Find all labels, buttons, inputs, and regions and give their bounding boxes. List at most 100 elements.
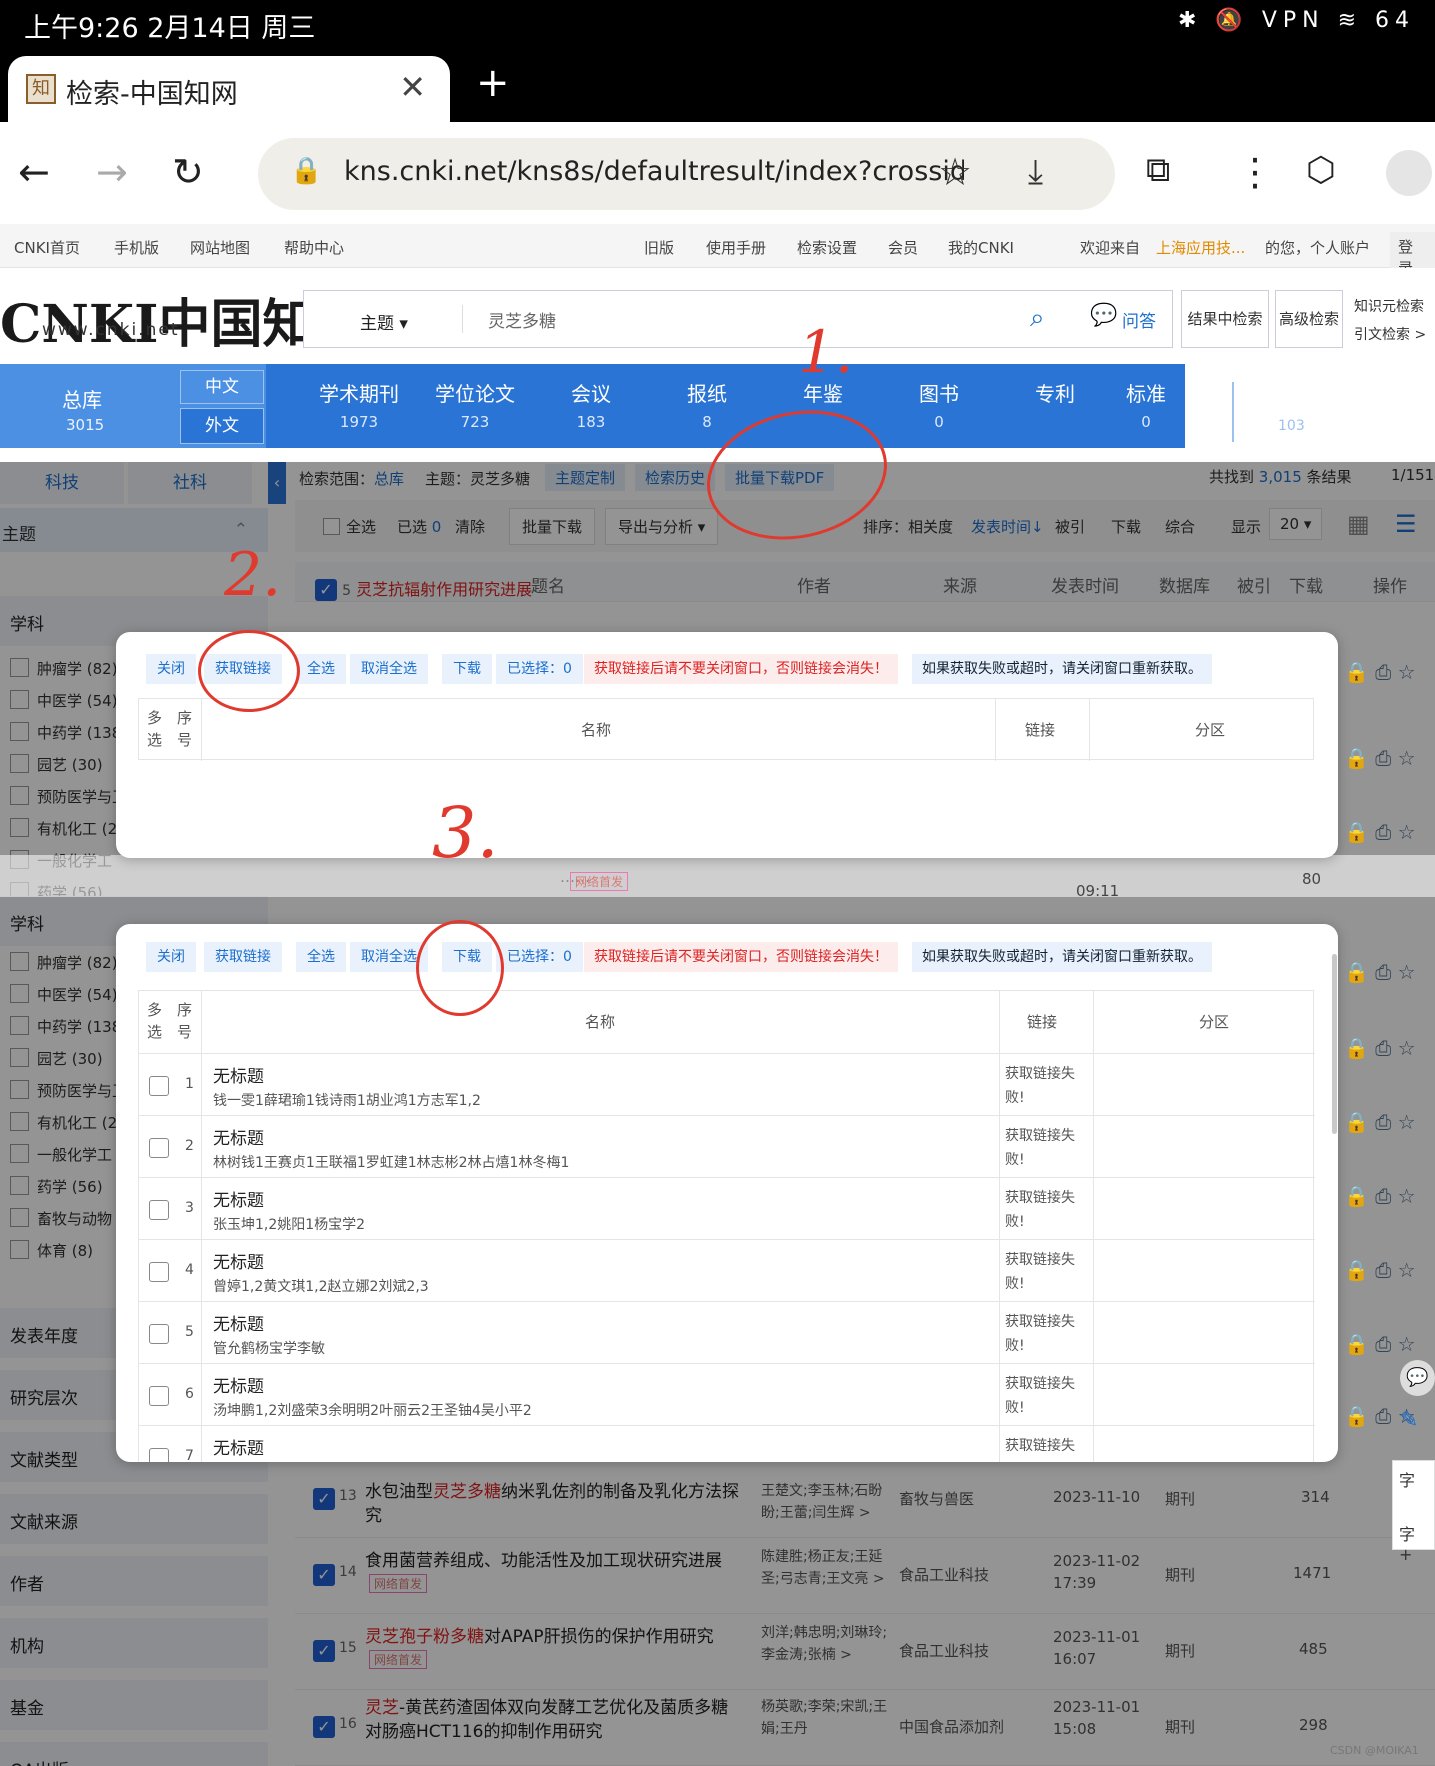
scrollbar[interactable] — [1332, 954, 1337, 1134]
nav-home[interactable]: CNKI首页 — [14, 237, 80, 258]
forward-icon[interactable]: → — [96, 150, 128, 194]
url-text[interactable]: kns.cnki.net/kns8s/defaultresult/index?c… — [344, 156, 964, 187]
link-modal-results: 关闭 获取链接 全选 取消全选 下载 已选择：0 获取链接后请不要关闭窗口，否则… — [116, 924, 1338, 1462]
nav-mobile[interactable]: 手机版 — [114, 237, 159, 258]
warning-message: 获取链接后请不要关闭窗口，否则链接会消失！ — [584, 654, 898, 684]
chinese-toggle[interactable]: 中文 — [180, 370, 264, 404]
get-link-button[interactable]: 获取链接 — [204, 942, 282, 972]
link-row[interactable]: 5 无标题 管允鹤杨宝学李敏 获取链接失败! — [139, 1301, 1315, 1363]
browser-tab[interactable]: 知 检索-中国知网 ✕ — [8, 56, 450, 122]
org-name[interactable]: 上海应用技... — [1156, 237, 1245, 258]
status-bar: 上午9:26 2月14日 周三 ✱ 🔕 VPN ≋ 64 — [0, 0, 1435, 46]
lock-icon: 🔒 ⎙ ☆ — [1344, 1036, 1416, 1060]
tab-book[interactable]: 图书 0 — [884, 378, 994, 431]
feedback-icon[interactable]: 💬 — [1400, 1360, 1435, 1396]
account-text: 的您，个人账户 — [1265, 239, 1371, 257]
tab-switcher-icon[interactable]: ⧉ — [1146, 150, 1170, 190]
tab-patent[interactable]: 专利 — [1000, 378, 1110, 413]
tab-all[interactable]: 总库 3015 中文 外文 — [0, 364, 266, 448]
lock-icon: 🔒 ⎙ ☆ — [1344, 746, 1416, 770]
extension-icon[interactable]: ⬡ — [1306, 150, 1336, 190]
link-row[interactable]: 2 无标题 林树钱1王赛贞1王联福1罗虹建1林志彬2林占熺1林冬梅1 获取链接失败! — [139, 1115, 1315, 1177]
link-row[interactable]: 4 无标题 曾婷1,2黄文琪1,2赵立娜2刘斌2,3 获取链接失败! — [139, 1239, 1315, 1301]
close-button[interactable]: 关闭 — [146, 654, 196, 684]
download-button[interactable]: 下载 — [442, 654, 492, 684]
tab-conference[interactable]: 会议 183 — [536, 378, 646, 431]
row-checkbox[interactable] — [149, 1448, 169, 1462]
nav-my-cnki[interactable]: 我的CNKI — [948, 237, 1014, 258]
link-row[interactable]: 1 无标题 钱一雯1薛珺瑜1钱诗雨1胡业鸿1方志军1,2 获取链接失败! — [139, 1053, 1315, 1115]
online-first-badge: 网络首发 — [570, 872, 629, 891]
close-button[interactable]: 关闭 — [146, 942, 196, 972]
row-checkbox[interactable] — [149, 1386, 169, 1406]
omnibox[interactable]: 🔒 kns.cnki.net/kns8s/defaultresult/index… — [258, 138, 1115, 210]
row-checkbox[interactable] — [149, 1076, 169, 1096]
tab-newspaper[interactable]: 报纸 8 — [652, 378, 762, 431]
watermark: CSDN @MOIKA1 — [1330, 1744, 1419, 1757]
selected-count: 已选择：0 — [496, 654, 583, 684]
link-row[interactable]: 6 无标题 汤坤鹏1,2刘盛荣3余明明2叶丽云2王圣铀4吴小平2 获取链接失败! — [139, 1363, 1315, 1425]
advanced-search-button[interactable]: 高级检索 — [1275, 290, 1343, 348]
search-field-select[interactable]: 主题 ▾ — [360, 309, 408, 334]
lock-icon: 🔒 ⎙ ☆ — [1344, 1332, 1416, 1356]
lock-icon: 🔒 ⎙ ☆ — [1344, 1258, 1416, 1282]
link-row[interactable]: 3 无标题 张玉坤1,2姚阳1杨宝学2 获取链接失败! — [139, 1177, 1315, 1239]
nav-manual[interactable]: 使用手册 — [706, 237, 766, 258]
cnki-top-nav: CNKI首页 手机版 网站地图 帮助中心 旧版 使用手册 检索设置 会员 我的C… — [0, 224, 1435, 282]
cnki-favicon-icon: 知 — [26, 74, 56, 104]
lock-icon: 🔒 ⎙ ☆ — [1344, 960, 1416, 984]
download-icon[interactable]: ⤓ — [1028, 152, 1043, 192]
lock-icon: 🔒 ⎙ ☆ — [1344, 1184, 1416, 1208]
reload-icon[interactable]: ↻ — [172, 150, 204, 194]
chat-icon: 💬 — [1090, 303, 1118, 328]
row-checkbox[interactable] — [149, 1138, 169, 1158]
nav-search-settings[interactable]: 检索设置 — [797, 237, 857, 258]
bookmark-star-icon[interactable]: ☆ — [938, 150, 972, 194]
ask-button[interactable]: 问答 — [1122, 307, 1156, 332]
menu-dots-icon[interactable]: ⋮ — [1236, 150, 1274, 194]
tab-title: 检索-中国知网 — [66, 79, 238, 110]
tab-standard[interactable]: 标准 0 — [1116, 378, 1176, 431]
row-checkbox[interactable] — [149, 1262, 169, 1282]
search-icon[interactable]: ⌕ — [1030, 303, 1045, 334]
nav-sitemap[interactable]: 网站地图 — [190, 237, 250, 258]
tab-journal[interactable]: 学术期刊 1973 — [304, 378, 414, 431]
new-tab-icon[interactable]: + — [476, 60, 510, 106]
database-tabs: 总库 3015 中文 外文 学术期刊 1973 学位论文 723 会议 183 报纸 8… — [0, 364, 1185, 448]
tab-thesis[interactable]: 学位论文 723 — [420, 378, 530, 431]
search-in-results-button[interactable]: 结果中检索 — [1181, 290, 1269, 348]
profile-avatar[interactable] — [1386, 150, 1432, 196]
link-table: 多选 序号 名称 链接 分区 1 无标题 钱一雯1薛珺瑜1钱诗雨1胡业鸿1方志军1,… — [138, 990, 1315, 1462]
tab-all-label: 总库 — [62, 388, 102, 412]
font-size-tools[interactable]: 字字+ — [1392, 1460, 1435, 1564]
selected-count: 已选择：0 — [496, 942, 583, 972]
mid-time: 09:11 — [1076, 882, 1120, 900]
font-tool[interactable]: 字 — [1399, 1467, 1428, 1491]
foreign-toggle[interactable]: 外文 — [180, 408, 264, 444]
nav-old-version[interactable]: 旧版 — [644, 237, 674, 258]
nav-member[interactable]: 会员 — [888, 237, 918, 258]
status-time: 上午9:26 2月14日 周三 — [24, 13, 316, 44]
link-row[interactable]: 7 无标题 获取链接失 — [139, 1425, 1315, 1462]
nav-help[interactable]: 帮助中心 — [284, 237, 344, 258]
row-checkbox[interactable] — [149, 1200, 169, 1220]
welcome-text: 欢迎来自 — [1080, 239, 1141, 257]
back-icon[interactable]: ← — [18, 150, 50, 194]
close-tab-icon[interactable]: ✕ — [399, 68, 426, 106]
search-box[interactable]: 主题 ▾ 灵芝多糖 ⌕ 💬 问答 — [303, 290, 1173, 348]
search-input[interactable]: 灵芝多糖 — [488, 307, 556, 332]
torn-strip — [0, 855, 1435, 897]
deselect-all-button[interactable]: 取消全选 — [350, 654, 428, 684]
tab-all-count: 3015 — [66, 416, 105, 434]
edit-icon[interactable]: ✎ — [1400, 1408, 1435, 1444]
logo-subtitle: www.cnki.net — [42, 320, 180, 340]
font-tool-plus[interactable]: 字+ — [1399, 1521, 1428, 1564]
select-all-button[interactable]: 全选 — [296, 942, 346, 972]
select-all-button[interactable]: 全选 — [296, 654, 346, 684]
annotation-circle — [416, 920, 504, 1016]
lock-icon: 🔒 ⎙ ☆ — [1344, 820, 1416, 844]
knowledge-search-link[interactable]: 知识元检索 — [1354, 296, 1424, 316]
citation-search-link[interactable]: 引文检索 > — [1354, 324, 1426, 344]
row-checkbox[interactable] — [149, 1324, 169, 1344]
extra-count: 103 — [1278, 418, 1305, 434]
